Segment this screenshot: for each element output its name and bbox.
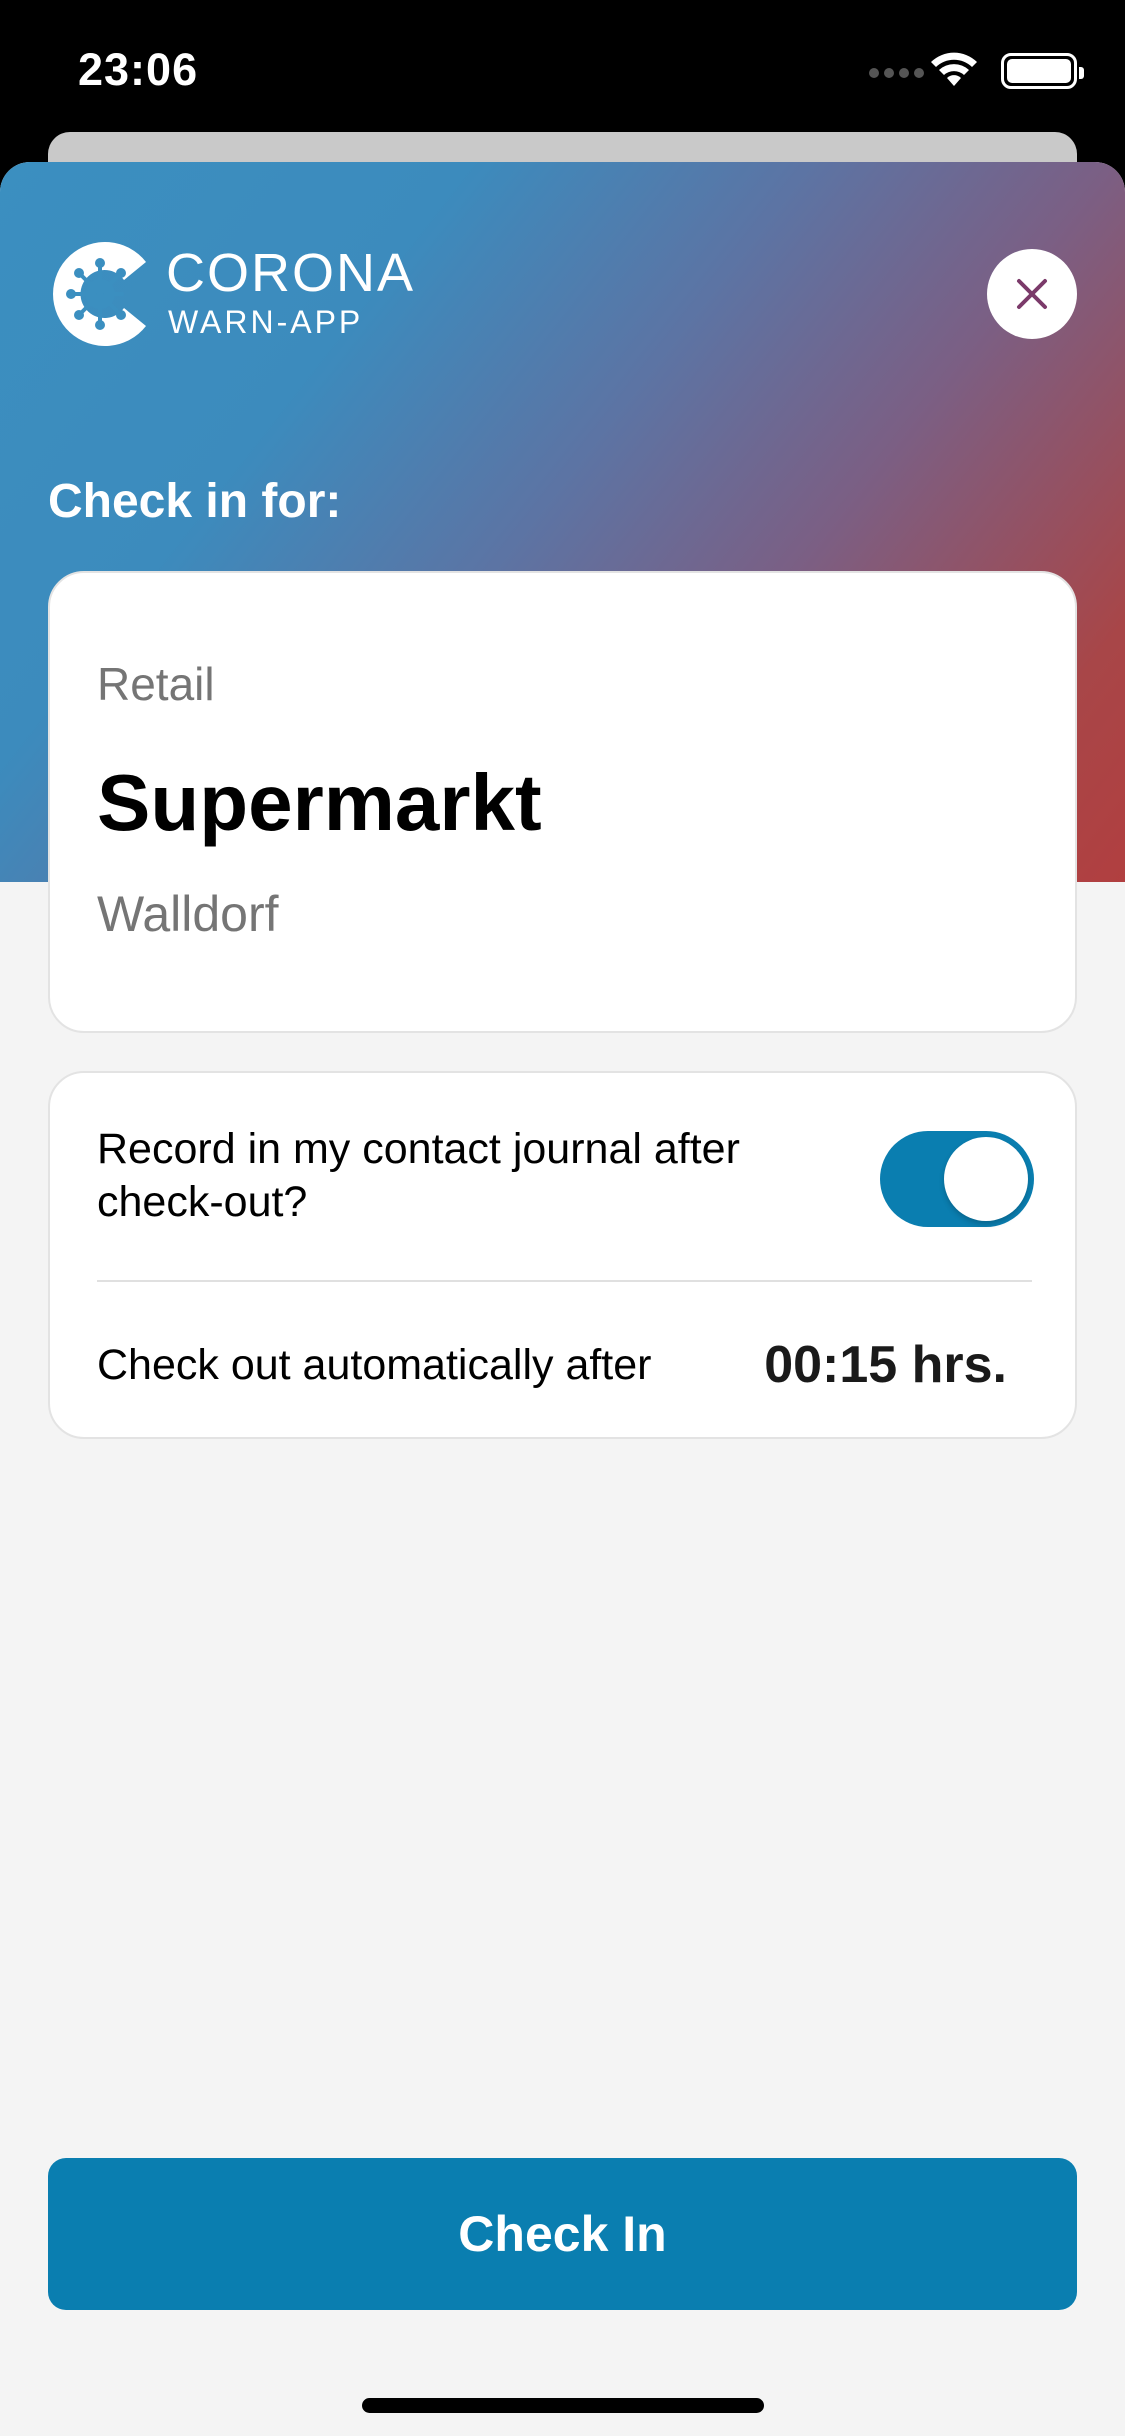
checkin-sheet: CORONA WARN-APP Check in for: Retail Sup… xyxy=(0,162,1125,2436)
battery-icon xyxy=(1001,53,1084,89)
auto-checkout-duration[interactable]: 00:15 hrs. xyxy=(764,1335,1007,1395)
checkin-button[interactable]: Check In xyxy=(48,2158,1077,2310)
divider xyxy=(97,1280,1032,1282)
home-indicator[interactable] xyxy=(362,2398,764,2413)
wifi-icon xyxy=(931,52,977,86)
status-bar: 23:06 xyxy=(0,0,1125,132)
logo-title: CORONA xyxy=(166,243,416,303)
auto-checkout-label: Check out automatically after xyxy=(97,1341,652,1389)
toggle-knob xyxy=(944,1137,1028,1221)
cellular-signal-icon xyxy=(869,68,925,78)
venue-card: Retail Supermarkt Walldorf xyxy=(48,571,1077,1033)
app-logo: CORONA WARN-APP xyxy=(48,234,448,356)
venue-name: Supermarkt xyxy=(97,758,542,847)
checkin-heading: Check in for: xyxy=(48,475,342,528)
logo-subtitle: WARN-APP xyxy=(168,304,364,340)
journal-toggle[interactable] xyxy=(880,1131,1034,1227)
close-button[interactable] xyxy=(987,249,1077,339)
close-icon xyxy=(1017,279,1047,309)
corona-logo-icon xyxy=(53,242,147,346)
status-time: 23:06 xyxy=(78,44,199,95)
journal-toggle-label: Record in my contact journal after check… xyxy=(97,1125,740,1226)
venue-type: Retail xyxy=(97,658,215,710)
checkin-button-label: Check In xyxy=(458,2206,667,2262)
options-card: Record in my contact journal after check… xyxy=(48,1071,1077,1439)
venue-location: Walldorf xyxy=(97,886,279,942)
